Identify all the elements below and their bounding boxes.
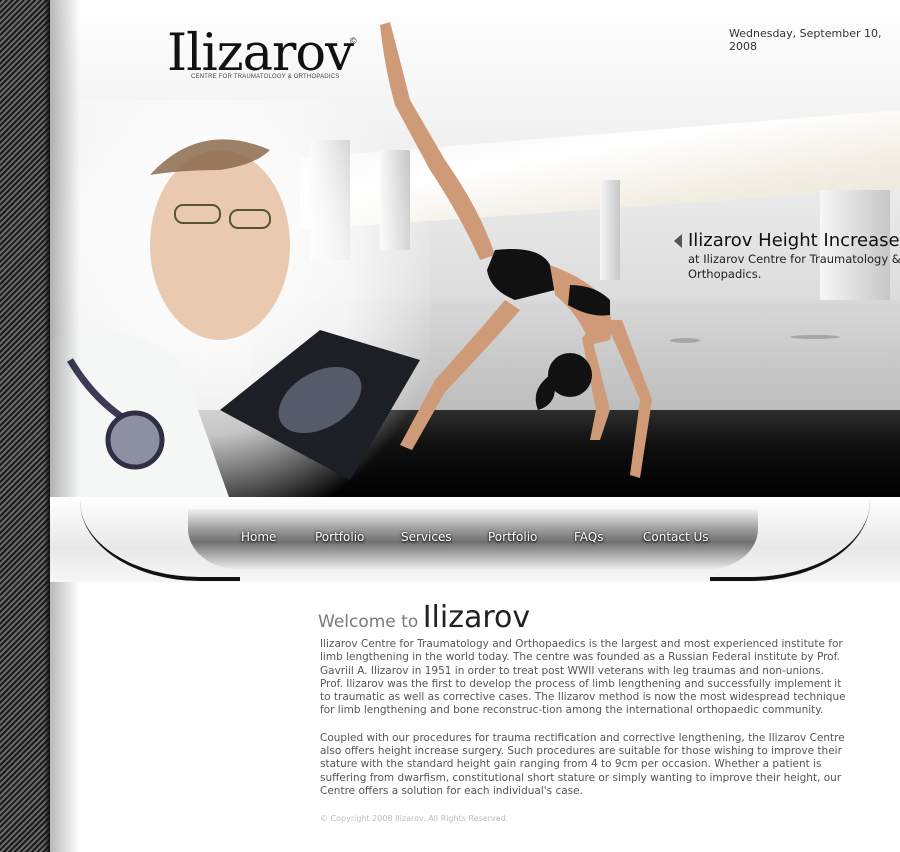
promo-subtitle: at Ilizarov Centre for Traumatology & Or… — [688, 252, 900, 281]
logo-subtitle: CENTRE FOR TRAUMATOLOGY & ORTHOPADICS — [191, 74, 340, 80]
nav-item-contact-us[interactable]: Contact Us — [643, 530, 709, 544]
footer-copyright: © Copyright 2008 Ilizarov. All Rights Re… — [320, 814, 509, 823]
left-strip-shadow — [50, 0, 80, 852]
promo-title[interactable]: Ilizarov Height Increase — [688, 230, 900, 251]
doctor-figure — [50, 139, 290, 500]
nav-item-home[interactable]: Home — [241, 530, 276, 544]
left-hatched-strip — [0, 0, 50, 852]
nav-item-portfolio[interactable]: Portfolio — [315, 530, 364, 544]
intro-paragraph: Ilizarov Centre for Traumatology and Ort… — [320, 638, 846, 717]
logo-copyright-mark: © — [350, 36, 357, 46]
xray-film — [220, 330, 420, 480]
welcome-prefix: Welcome to — [318, 612, 419, 632]
hero-banner: Ilizarov © CENTRE FOR TRAUMATOLOGY & ORT… — [50, 0, 900, 500]
welcome-brand: Ilizarov — [422, 600, 531, 635]
gymnast-figure — [380, 22, 652, 478]
nav-item-faqs[interactable]: FAQs — [574, 530, 604, 544]
promo-arrow-icon — [674, 234, 682, 248]
nav-item-services[interactable]: Services — [401, 530, 452, 544]
current-date: Wednesday, September 10, 2008 — [729, 27, 882, 53]
navigation-bar — [50, 497, 900, 587]
services-paragraph: Coupled with our procedures for trauma r… — [320, 731, 845, 797]
welcome-heading: Welcome to Ilizarov — [318, 600, 530, 635]
nav-item-portfolio-2[interactable]: Portfolio — [488, 530, 537, 544]
welcome-body: Ilizarov Centre for Traumatology and Ort… — [320, 638, 850, 812]
